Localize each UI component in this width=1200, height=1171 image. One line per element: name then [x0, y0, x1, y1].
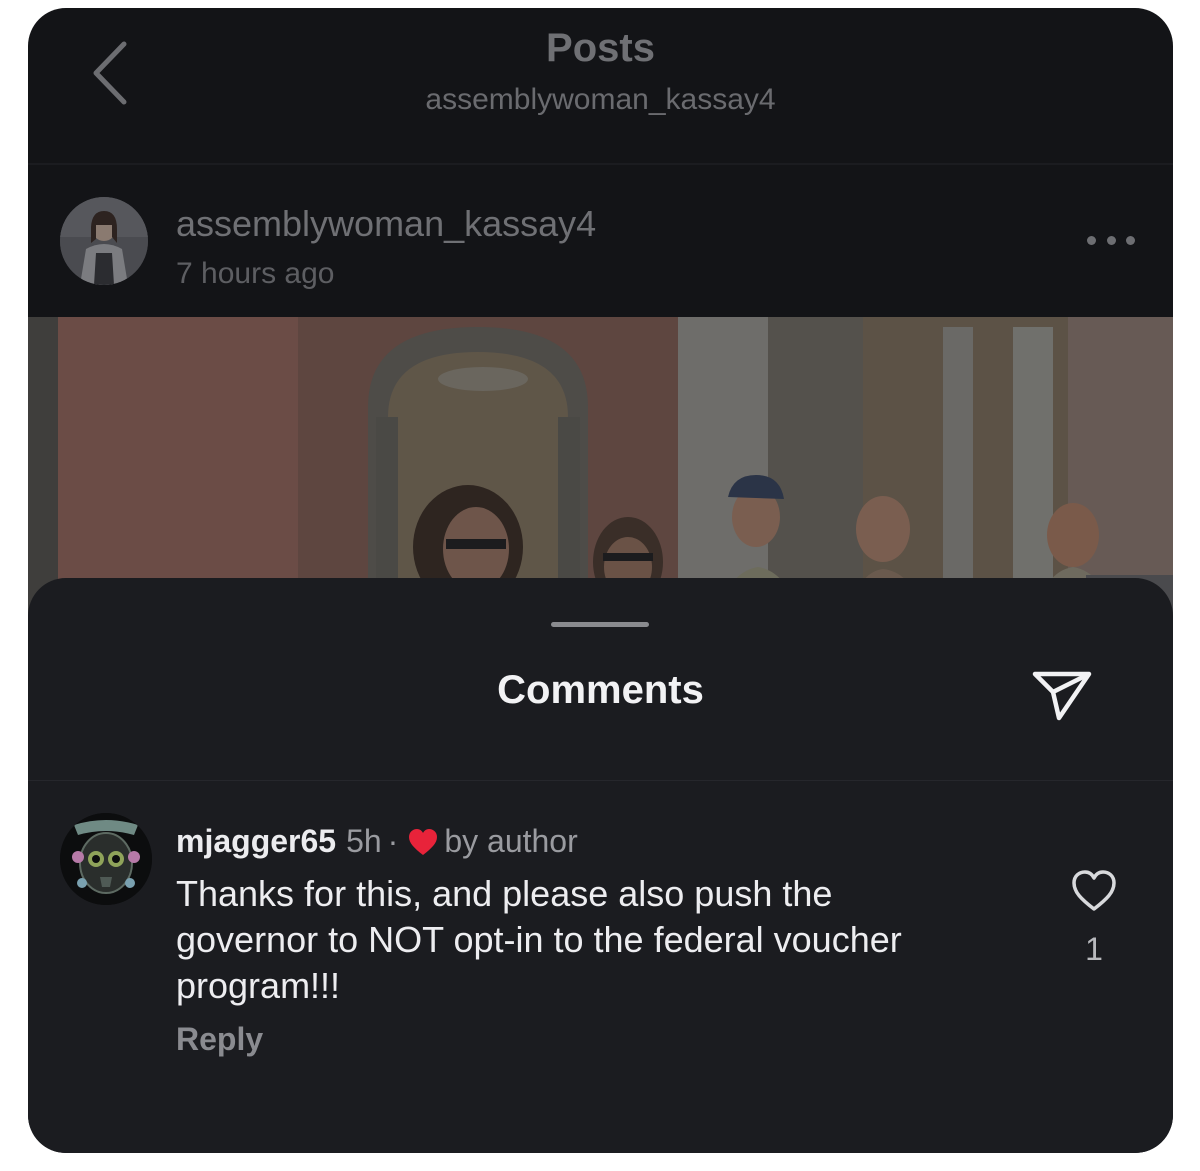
comment-time: 5h	[346, 823, 382, 859]
comment-text: Thanks for this, and please also push th…	[176, 873, 902, 1006]
page-subtitle: assemblywoman_kassay4	[425, 83, 776, 116]
comment-like-count: 1	[1085, 931, 1103, 967]
comment-meta: mjagger65 5h · by author	[176, 823, 578, 860]
commenter-avatar[interactable]	[60, 813, 152, 905]
send-icon	[1032, 671, 1092, 721]
more-dot-icon	[1106, 235, 1116, 245]
post-author-avatar[interactable]	[60, 197, 148, 285]
app-screen: Posts assemblywoman_kassay4 assemblywoma…	[28, 8, 1173, 1153]
meta-separator: ·	[387, 823, 399, 859]
post-header: assemblywoman_kassay4 7 hours ago	[28, 165, 1173, 317]
comment-item: mjagger65 5h · by author Thanks for this…	[28, 781, 1173, 1081]
more-dot-icon	[1126, 235, 1135, 245]
sheet-grabber-handle[interactable]	[551, 622, 649, 627]
comments-sheet: Comments mjagger65 5h · by author Thanks…	[28, 578, 1173, 1153]
author-liked-heart-icon	[409, 828, 438, 855]
heart-outline-icon	[1072, 870, 1116, 911]
post-timestamp: 7 hours ago	[176, 257, 335, 290]
post-author-username[interactable]: assemblywoman_kassay4	[176, 203, 596, 245]
liked-by-author-label: by author	[444, 823, 578, 859]
avatar-image	[60, 197, 148, 285]
comment-like-button[interactable]	[1071, 869, 1117, 913]
share-button[interactable]	[1031, 664, 1093, 726]
more-options-button[interactable]	[1087, 230, 1135, 250]
post-photo[interactable]	[28, 317, 1173, 617]
photo-image	[28, 317, 1173, 617]
top-nav: Posts assemblywoman_kassay4	[28, 8, 1173, 163]
commenter-username[interactable]: mjagger65	[176, 823, 336, 860]
more-dot-icon	[1087, 235, 1096, 245]
page-title: Posts	[546, 26, 655, 70]
comments-title: Comments	[497, 668, 704, 712]
skull-avatar-image	[60, 813, 152, 905]
reply-button[interactable]: Reply	[176, 1021, 263, 1058]
